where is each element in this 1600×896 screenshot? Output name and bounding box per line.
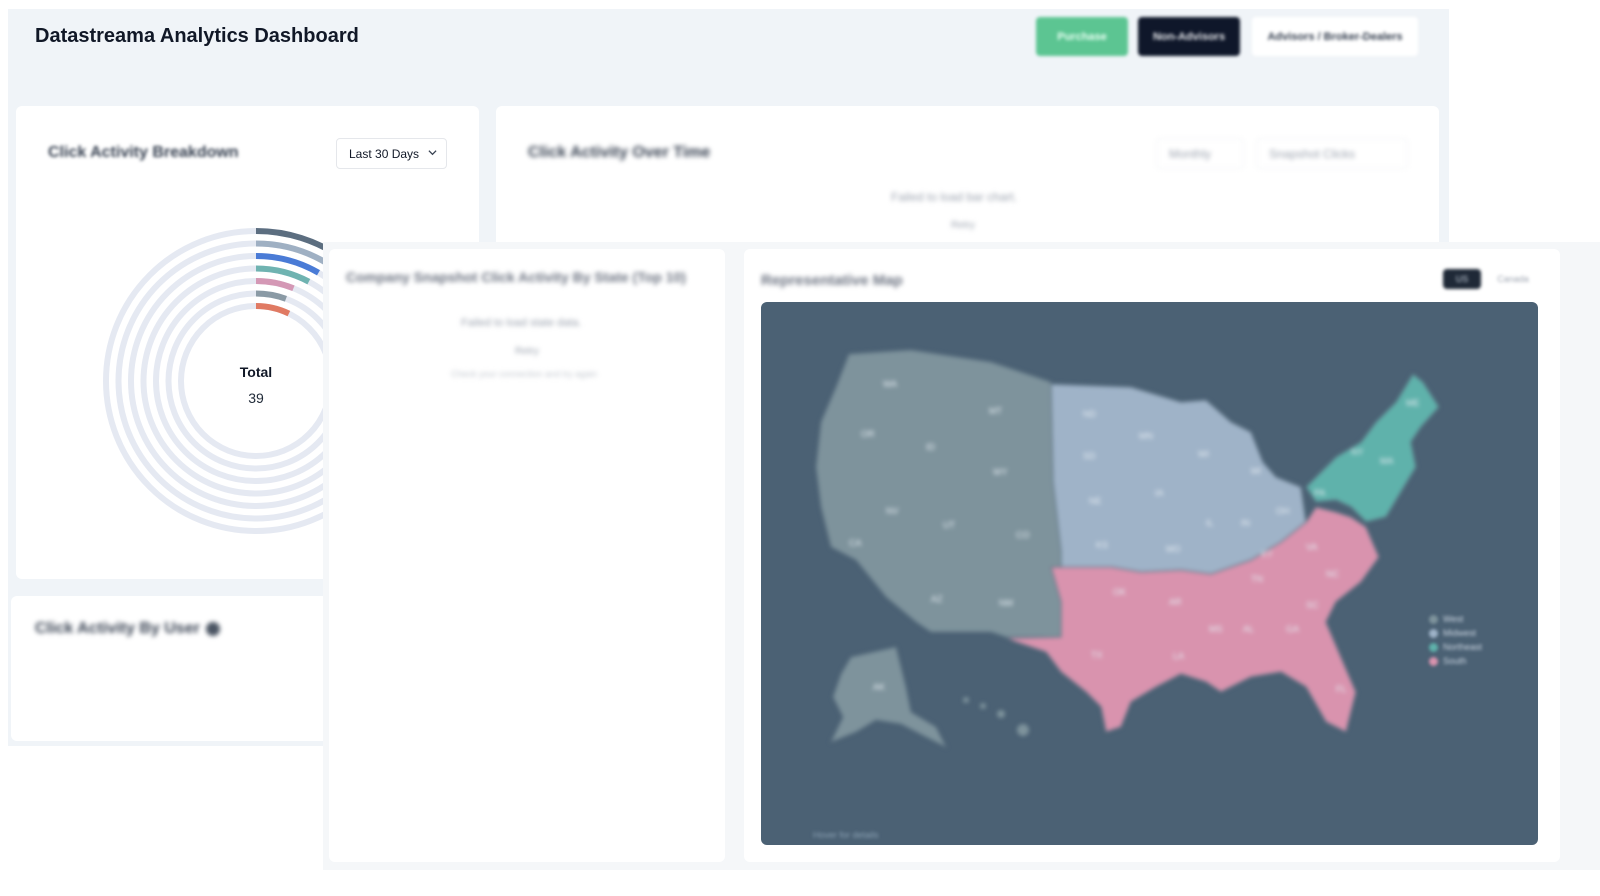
total-label: Total (239, 364, 273, 380)
period-select-value: Monthly (1169, 146, 1212, 161)
svg-text:NC: NC (1326, 569, 1339, 579)
legend-swatch-west (1429, 614, 1438, 624)
svg-text:AL: AL (1243, 624, 1254, 634)
bar-chart-error: Failed to load bar chart. (891, 190, 1018, 204)
breakdown-title: Click Activity Breakdown (48, 144, 239, 161)
svg-text:NY: NY (1351, 447, 1364, 457)
us-toggle[interactable]: US (1443, 269, 1481, 289)
ring-arc[interactable] (255, 290, 287, 302)
svg-text:IA: IA (1155, 488, 1164, 498)
svg-text:AZ: AZ (931, 594, 943, 604)
page-title: Datastreama Analytics Dashboard (35, 25, 359, 47)
non-advisors-button[interactable]: Non-Advisors (1138, 17, 1240, 56)
ring-arc[interactable] (255, 303, 291, 317)
svg-text:TN: TN (1251, 574, 1263, 584)
svg-text:CO: CO (1016, 530, 1030, 540)
period-select[interactable]: Monthly (1156, 138, 1244, 169)
region-alaska[interactable] (829, 646, 948, 749)
svg-text:MS: MS (1209, 624, 1223, 634)
overlay-panel: Company Snapshot Click Activity By State… (323, 242, 1600, 870)
legend-label-south: South (1443, 656, 1467, 666)
representative-map-card: Representative Map US Canada WA OR ID MT… (744, 249, 1560, 862)
by-user-title: Click Activity By User (35, 620, 200, 637)
map-legend: West Midwest Northeast South (1429, 614, 1482, 666)
svg-text:PA: PA (1314, 488, 1325, 498)
state-card-title: Company Snapshot Click Activity By State… (346, 269, 686, 285)
state-error: Failed to load state data. (461, 317, 582, 329)
legend-swatch-northeast (1429, 642, 1438, 652)
svg-text:AK: AK (873, 682, 885, 692)
svg-text:WI: WI (1198, 449, 1209, 459)
svg-text:NE: NE (1089, 496, 1102, 506)
svg-text:UT: UT (943, 520, 955, 530)
svg-text:IL: IL (1206, 518, 1214, 528)
legend-label-west: West (1443, 614, 1464, 624)
svg-text:OK: OK (1113, 587, 1126, 597)
legend-swatch-south (1429, 656, 1438, 666)
svg-text:KS: KS (1096, 540, 1108, 550)
legend-label-northeast: Northeast (1443, 642, 1483, 652)
svg-text:WY: WY (993, 467, 1008, 477)
svg-text:GA: GA (1286, 624, 1299, 634)
svg-text:SC: SC (1306, 600, 1319, 610)
map-footer-note: Hover for details (813, 830, 879, 840)
us-map[interactable]: WA OR ID MT WY NV CA UT CO AZ NM AK ND SD NE KS … (761, 302, 1538, 845)
state-retry-button[interactable]: Retry (515, 346, 539, 357)
svg-text:OR: OR (861, 429, 875, 439)
svg-text:TX: TX (1091, 650, 1103, 660)
svg-text:NM: NM (999, 598, 1013, 608)
svg-text:MN: MN (1139, 431, 1153, 441)
svg-text:ND: ND (1083, 409, 1096, 419)
region-hawaii[interactable] (963, 697, 1029, 736)
legend-swatch-midwest (1429, 628, 1438, 638)
us-map-svg[interactable]: WAOR IDMT WYNV CAUT COAZ NMAK NDSD NEKS … (761, 302, 1538, 845)
svg-text:AR: AR (1169, 597, 1182, 607)
svg-text:ID: ID (926, 442, 936, 452)
region-northeast[interactable] (1305, 373, 1440, 523)
svg-text:LA: LA (1173, 651, 1184, 661)
svg-text:VA: VA (1306, 542, 1317, 552)
retry-button[interactable]: Retry (951, 220, 975, 231)
state-click-activity-card: Company Snapshot Click Activity By State… (329, 249, 725, 862)
ring-track (165, 290, 347, 472)
state-hint: Check your connection and try again (451, 369, 598, 379)
svg-text:MA: MA (1380, 456, 1394, 466)
over-time-title: Click Activity Over Time (528, 144, 711, 161)
total-value: 39 (248, 390, 264, 406)
legend-label-midwest: Midwest (1443, 628, 1477, 638)
purchase-button[interactable]: Purchase (1036, 17, 1128, 56)
svg-text:SD: SD (1083, 451, 1096, 461)
svg-text:IN: IN (1241, 518, 1250, 528)
chevron-down-icon (428, 150, 437, 156)
svg-text:NV: NV (886, 506, 899, 516)
metric-select[interactable]: Snapshot Clicks (1256, 138, 1408, 169)
advisors-broker-dealers-button[interactable]: Advisors / Broker-Dealers (1252, 17, 1418, 56)
svg-text:MO: MO (1166, 544, 1181, 554)
click-activity-over-time-card: Click Activity Over Time Monthly Snapsho… (496, 106, 1439, 256)
range-select[interactable]: Last 30 Days (336, 138, 447, 169)
map-title: Representative Map (761, 272, 903, 289)
svg-text:CA: CA (849, 538, 862, 548)
svg-text:MT: MT (989, 406, 1002, 416)
svg-text:ME: ME (1406, 398, 1420, 408)
canada-toggle[interactable]: Canada (1489, 269, 1537, 289)
svg-text:KY: KY (1261, 549, 1273, 559)
svg-text:MI: MI (1251, 466, 1261, 476)
metric-select-value: Snapshot Clicks (1269, 146, 1356, 161)
svg-text:OH: OH (1276, 506, 1290, 516)
svg-text:WA: WA (883, 379, 897, 389)
info-icon[interactable] (205, 622, 220, 636)
by-user-title-row: Click Activity By User (35, 620, 220, 638)
range-select-value: Last 30 Days (349, 146, 420, 161)
ring-track (178, 303, 334, 459)
svg-text:FL: FL (1336, 684, 1347, 694)
ring-arc[interactable] (255, 278, 295, 292)
